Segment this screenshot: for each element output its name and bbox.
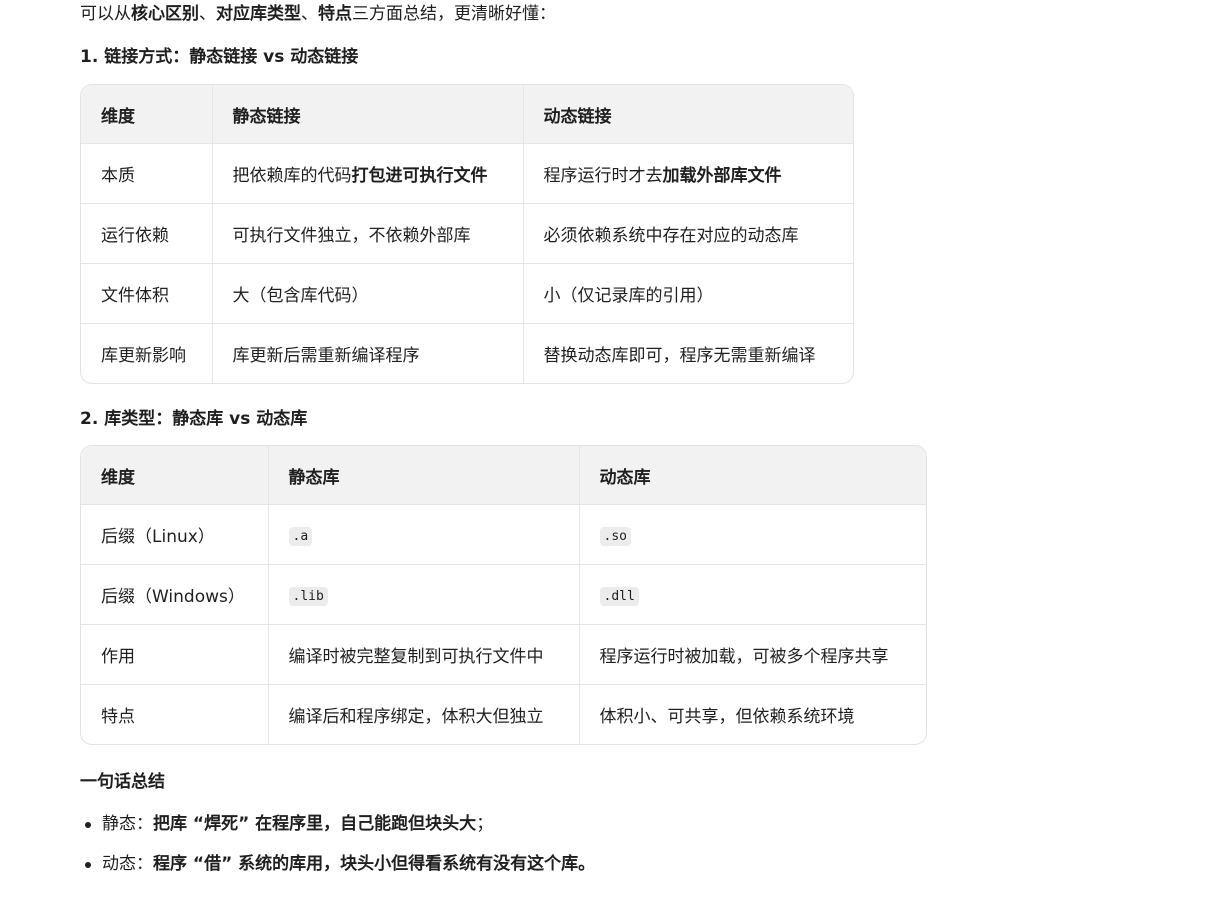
intro-text: 可以从 [80, 4, 131, 24]
cell-dynamic: 程序运行时才去加载外部库文件 [523, 143, 853, 204]
cell-dynamic: .dll [579, 564, 926, 625]
table-row: 后缀（Linux） .a .so [81, 504, 926, 565]
cell-dimension: 库更新影响 [81, 323, 213, 383]
inline-code: .so [599, 526, 631, 546]
cell-dynamic: 小（仅记录库的引用） [523, 263, 853, 324]
cell-static: 编译时被完整复制到可执行文件中 [268, 624, 580, 685]
table-row: 库更新影响 库更新后需重新编译程序 替换动态库即可，程序无需重新编译 [81, 323, 853, 383]
list-item-bold-text: 程序 “借” 系统的库用，块头小但得看系统有没有这个库。 [153, 854, 596, 874]
cell-text: 把依赖库的代码 [232, 166, 352, 186]
cell-static: 库更新后需重新编译程序 [212, 323, 524, 383]
cell-static: .lib [268, 564, 580, 625]
section-heading-library-types: 2. 库类型：静态库 vs 动态库 [80, 409, 308, 429]
inline-code: .dll [599, 586, 639, 606]
list-item: 动态：程序 “借” 系统的库用，块头小但得看系统有没有这个库。 [82, 853, 595, 893]
section-heading-linking: 1. 链接方式：静态链接 vs 动态链接 [80, 47, 359, 67]
table-header-row: 维度 静态链接 动态链接 [81, 85, 853, 144]
column-header-static-linking: 静态链接 [212, 85, 524, 144]
cell-static: .a [268, 504, 580, 565]
column-header-dimension: 维度 [81, 85, 213, 144]
cell-dynamic: 程序运行时被加载，可被多个程序共享 [579, 624, 926, 685]
list-item-bold-text: 把库 “焊死” 在程序里，自己能跑但块头大 [153, 814, 477, 834]
table-row: 运行依赖 可执行文件独立，不依赖外部库 必须依赖系统中存在对应的动态库 [81, 203, 853, 264]
cell-dimension: 后缀（Linux） [81, 504, 269, 565]
intro-text: 、 [199, 4, 216, 24]
cell-dimension: 运行依赖 [81, 203, 213, 264]
bullet-icon [85, 862, 91, 868]
column-header-dynamic-linking: 动态链接 [523, 85, 853, 144]
table-row: 本质 把依赖库的代码打包进可执行文件 程序运行时才去加载外部库文件 [81, 143, 853, 204]
cell-dimension: 文件体积 [81, 263, 213, 324]
table-row: 文件体积 大（包含库代码） 小（仅记录库的引用） [81, 263, 853, 324]
intro-text: 、 [301, 4, 318, 24]
cell-dynamic: 体积小、可共享，但依赖系统环境 [599, 707, 855, 727]
table-row: 作用 编译时被完整复制到可执行文件中 程序运行时被加载，可被多个程序共享 [81, 624, 926, 685]
cell-static: 把依赖库的代码打包进可执行文件 [212, 143, 524, 204]
library-type-table: 维度 静态库 动态库 后缀（Linux） .a .so 后缀（Windows） … [80, 445, 927, 745]
list-item: 静态：把库 “焊死” 在程序里，自己能跑但块头大； [82, 813, 595, 853]
intro-bold-features: 特点 [318, 4, 352, 24]
cell-static: 可执行文件独立，不依赖外部库 [212, 203, 524, 264]
cell-dynamic: 替换动态库即可，程序无需重新编译 [543, 346, 816, 366]
cell-dimension: 特点 [81, 684, 269, 744]
cell-static: 大（包含库代码） [212, 263, 524, 324]
cell-text: 程序运行时才去 [543, 166, 663, 186]
cell-bold-text: 加载外部库文件 [662, 166, 782, 186]
cell-dimension: 后缀（Windows） [81, 564, 269, 625]
column-header-dimension: 维度 [81, 446, 269, 505]
summary-list: 静态：把库 “焊死” 在程序里，自己能跑但块头大； 动态：程序 “借” 系统的库… [82, 813, 595, 893]
chat-response-page: 可以从核心区别、对应库类型、特点三方面总结，更清晰好懂： 1. 链接方式：静态链… [0, 0, 1218, 897]
cell-dimension: 作用 [81, 624, 269, 685]
column-header-dynamic-library: 动态库 [579, 446, 926, 505]
cell-dynamic: 必须依赖系统中存在对应的动态库 [523, 203, 853, 264]
list-item-text: ； [476, 814, 494, 834]
intro-text: 三方面总结，更清晰好懂： [352, 4, 556, 24]
table-row: 特点 编译后和程序绑定，体积大但独立 体积小、可共享，但依赖系统环境 [81, 684, 926, 744]
inline-code: .a [288, 526, 313, 546]
table-header-row: 维度 静态库 动态库 [81, 446, 926, 505]
cell-dimension: 本质 [81, 143, 213, 204]
summary-heading: 一句话总结 [80, 772, 165, 792]
inline-code: .lib [288, 586, 328, 606]
bullet-icon [85, 822, 91, 828]
intro-bold-core-difference: 核心区别 [131, 4, 199, 24]
list-item-label: 动态： [102, 854, 153, 874]
table-row: 后缀（Windows） .lib .dll [81, 564, 926, 625]
intro-bold-library-type: 对应库类型 [216, 4, 301, 24]
cell-bold-text: 打包进可执行文件 [351, 166, 488, 186]
list-item-label: 静态： [102, 814, 153, 834]
intro-paragraph: 可以从核心区别、对应库类型、特点三方面总结，更清晰好懂： [80, 3, 556, 25]
column-header-static-library: 静态库 [268, 446, 580, 505]
cell-static: 编译后和程序绑定，体积大但独立 [268, 684, 580, 744]
cell-dynamic: .so [579, 504, 926, 565]
linking-comparison-table: 维度 静态链接 动态链接 本质 把依赖库的代码打包进可执行文件 程序运行时才去加… [80, 84, 854, 384]
